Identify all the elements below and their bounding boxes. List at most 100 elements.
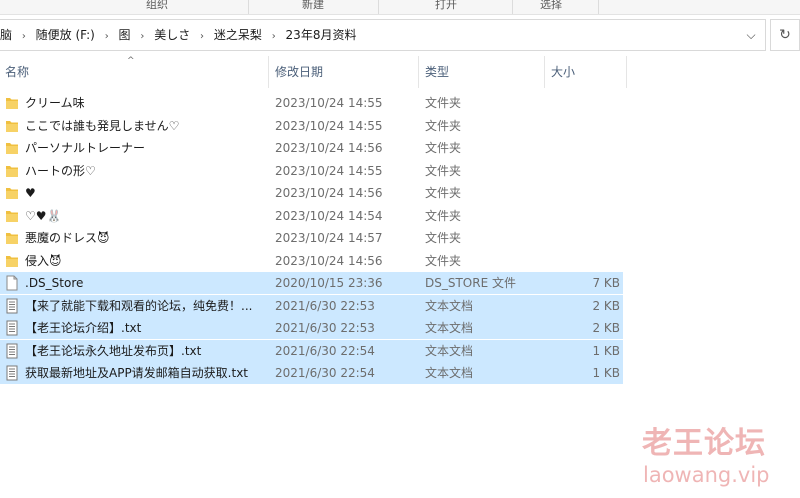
ribbon-divider bbox=[248, 0, 249, 14]
ribbon-group-new[interactable]: 新建 bbox=[302, 0, 324, 13]
folder-icon bbox=[5, 95, 19, 111]
file-type: 文本文档 bbox=[425, 343, 474, 358]
file-row[interactable]: 侵入😈 2023/10/24 14:56 文件夹 bbox=[0, 250, 623, 272]
file-row[interactable]: クリーム味 2023/10/24 14:55 文件夹 bbox=[0, 92, 623, 114]
file-date-modified: 2021/6/30 22:54 bbox=[275, 343, 375, 358]
file-type: DS_STORE 文件 bbox=[425, 276, 516, 290]
file-name: ここでは誰も発見しません♡ bbox=[25, 118, 180, 133]
folder-icon bbox=[5, 230, 19, 246]
file-name: クリーム味 bbox=[25, 96, 85, 110]
file-name: 【老王论坛介绍】.txt bbox=[25, 321, 142, 335]
column-header-size[interactable]: 大小 bbox=[546, 56, 626, 88]
folder-icon bbox=[5, 208, 19, 224]
refresh-icon: ↻ bbox=[779, 27, 791, 43]
breadcrumb: 脑 › 随便放 (F:) › 图 › 美しさ › 迷之呆梨 › 23年8月资料 bbox=[0, 20, 359, 50]
file-size: 1 KB bbox=[592, 343, 620, 358]
file-size: 2 KB bbox=[592, 298, 620, 313]
column-headers: ^ 名称 修改日期 类型 大小 bbox=[0, 56, 800, 88]
file-type: 文件夹 bbox=[425, 186, 462, 200]
file-type: 文本文档 bbox=[425, 298, 474, 313]
chevron-down-icon[interactable]: ⌵ bbox=[743, 20, 759, 50]
folder-icon bbox=[5, 118, 19, 134]
file-row[interactable]: 悪魔のドレス😈 2023/10/24 14:57 文件夹 bbox=[0, 227, 623, 249]
ribbon-divider bbox=[378, 0, 379, 14]
file-row[interactable]: ハートの形♡ 2023/10/24 14:55 文件夹 bbox=[0, 160, 623, 182]
file-type: 文件夹 bbox=[425, 208, 462, 223]
file-name: .DS_Store bbox=[25, 276, 84, 290]
file-type: 文本文档 bbox=[425, 366, 474, 380]
file-date-modified: 2023/10/24 14:56 bbox=[275, 186, 383, 200]
file-type: 文件夹 bbox=[425, 141, 462, 155]
file-name: ♡♥🐰 bbox=[25, 208, 62, 223]
column-divider[interactable] bbox=[544, 56, 545, 88]
text-file-icon bbox=[5, 365, 19, 381]
file-date-modified: 2023/10/24 14:54 bbox=[275, 208, 383, 223]
file-row[interactable]: 【来了就能下载和观看的论坛，纯免费！... 2021/6/30 22:53 文本文档… bbox=[0, 294, 623, 317]
file-size: 7 KB bbox=[592, 276, 620, 290]
breadcrumb-item-pictures[interactable]: 图 bbox=[116, 20, 134, 50]
file-type: 文件夹 bbox=[425, 231, 462, 245]
ribbon-group-select[interactable]: 选择 bbox=[540, 0, 562, 13]
file-date-modified: 2020/10/15 23:36 bbox=[275, 276, 383, 290]
column-divider[interactable] bbox=[418, 56, 419, 88]
column-header-type[interactable]: 类型 bbox=[420, 56, 544, 88]
file-date-modified: 2023/10/24 14:56 bbox=[275, 253, 383, 268]
folder-icon bbox=[5, 163, 19, 179]
file-type: 文件夹 bbox=[425, 118, 462, 133]
file-date-modified: 2021/6/30 22:53 bbox=[275, 321, 375, 335]
file-date-modified: 2023/10/24 14:55 bbox=[275, 118, 383, 133]
column-divider[interactable] bbox=[626, 56, 627, 88]
file-row[interactable]: 获取最新地址及APP请发邮箱自动获取.txt 2021/6/30 22:54 文本文… bbox=[0, 362, 623, 384]
ribbon-divider bbox=[598, 0, 599, 14]
folder-icon bbox=[5, 140, 19, 156]
file-date-modified: 2023/10/24 14:57 bbox=[275, 231, 383, 245]
chevron-right-icon[interactable]: › bbox=[19, 22, 29, 52]
refresh-button[interactable]: ↻ bbox=[770, 19, 800, 51]
watermark-title: 老王论坛 bbox=[642, 426, 766, 461]
file-name: 【老王论坛永久地址发布页】.txt bbox=[25, 343, 202, 358]
file-name: 悪魔のドレス😈 bbox=[25, 231, 110, 245]
ribbon-group-organize[interactable]: 组织 bbox=[146, 0, 168, 13]
chevron-right-icon[interactable]: › bbox=[102, 22, 112, 52]
file-row[interactable]: ここでは誰も発見しません♡ 2023/10/24 14:55 文件夹 bbox=[0, 115, 623, 137]
chevron-right-icon[interactable]: › bbox=[137, 22, 147, 52]
file-date-modified: 2021/6/30 22:53 bbox=[275, 298, 375, 313]
file-date-modified: 2023/10/24 14:56 bbox=[275, 141, 383, 155]
text-file-icon bbox=[5, 298, 19, 314]
file-size: 2 KB bbox=[592, 321, 620, 335]
chevron-right-icon[interactable]: › bbox=[269, 22, 279, 52]
ribbon: 组织 新建 打开 选择 bbox=[0, 0, 800, 15]
file-row[interactable]: 【老王论坛永久地址发布页】.txt 2021/6/30 22:54 文本文档 1 KB bbox=[0, 339, 623, 362]
text-file-icon bbox=[5, 320, 19, 336]
file-type: 文件夹 bbox=[425, 253, 462, 268]
file-icon bbox=[5, 275, 19, 291]
breadcrumb-item-drive[interactable]: 随便放 (F:) bbox=[33, 20, 98, 50]
file-row[interactable]: ♥ 2023/10/24 14:56 文件夹 bbox=[0, 182, 623, 204]
breadcrumb-item-album[interactable]: 迷之呆梨 bbox=[211, 20, 265, 50]
chevron-right-icon[interactable]: › bbox=[197, 22, 207, 52]
file-row[interactable]: 【老王论坛介绍】.txt 2021/6/30 22:53 文本文档 2 KB bbox=[0, 317, 623, 339]
file-name: 侵入😈 bbox=[25, 253, 62, 268]
folder-icon bbox=[5, 185, 19, 201]
file-row[interactable]: .DS_Store 2020/10/15 23:36 DS_STORE 文件 7 KB bbox=[0, 272, 623, 294]
breadcrumb-item-pc[interactable]: 脑 bbox=[0, 20, 15, 50]
breadcrumb-item-current[interactable]: 23年8月资料 bbox=[283, 20, 360, 50]
address-bar[interactable]: 脑 › 随便放 (F:) › 图 › 美しさ › 迷之呆梨 › 23年8月资料 … bbox=[0, 19, 766, 51]
ribbon-group-open[interactable]: 打开 bbox=[435, 0, 457, 13]
column-header-date[interactable]: 修改日期 bbox=[270, 56, 418, 88]
file-type: 文本文档 bbox=[425, 321, 474, 335]
file-name: ハートの形♡ bbox=[25, 163, 96, 178]
text-file-icon bbox=[5, 343, 19, 359]
file-name: 获取最新地址及APP请发邮箱自动获取.txt bbox=[25, 366, 249, 380]
file-type: 文件夹 bbox=[425, 96, 462, 110]
watermark-url: laowang.vip bbox=[643, 463, 770, 487]
file-row[interactable]: パーソナルトレーナー 2023/10/24 14:56 文件夹 bbox=[0, 137, 623, 159]
column-header-name[interactable]: 名称 bbox=[0, 56, 268, 88]
breadcrumb-item-beauty[interactable]: 美しさ bbox=[151, 20, 193, 50]
file-name: ♥ bbox=[25, 186, 36, 200]
file-name: パーソナルトレーナー bbox=[25, 141, 146, 155]
file-row[interactable]: ♡♥🐰 2023/10/24 14:54 文件夹 bbox=[0, 205, 623, 227]
file-name: 【来了就能下载和观看的论坛，纯免费！... bbox=[25, 298, 253, 313]
column-divider[interactable] bbox=[268, 56, 269, 88]
file-date-modified: 2023/10/24 14:55 bbox=[275, 163, 383, 178]
